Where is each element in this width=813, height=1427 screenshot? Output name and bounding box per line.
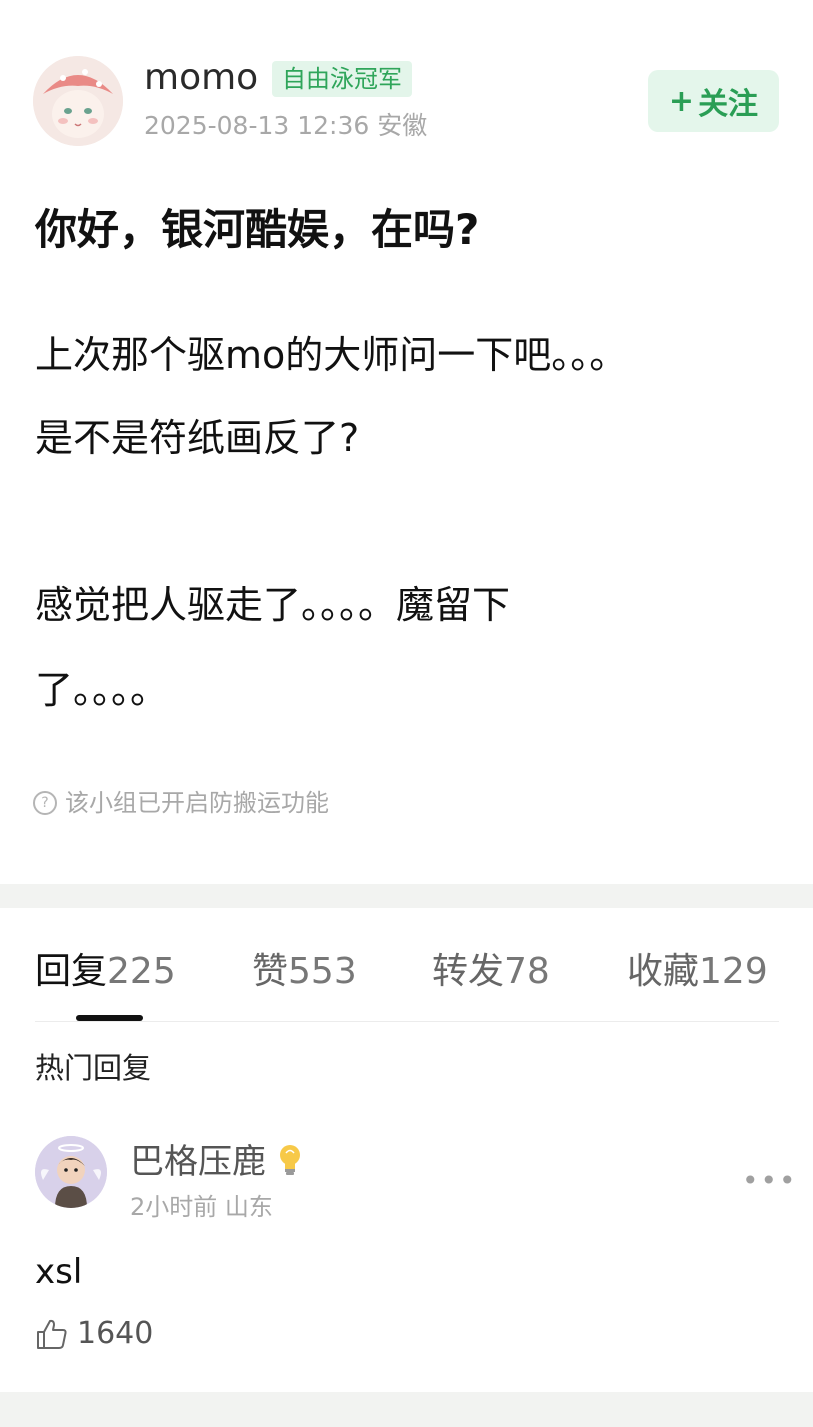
- tab-favorites[interactable]: 收藏129: [627, 950, 768, 994]
- thumbs-up-icon: [37, 1319, 67, 1349]
- plus-icon: +: [668, 83, 695, 119]
- post-body-line: 是不是符纸画反了?: [35, 416, 360, 460]
- notice-text: 该小组已开启防搬运功能: [65, 789, 329, 817]
- question-circle-icon: ?: [33, 791, 57, 815]
- anti-repost-notice: ? 该小组已开启防搬运功能: [33, 786, 329, 820]
- tab-reposts[interactable]: 转发78: [432, 950, 550, 994]
- tab-count: 553: [288, 951, 357, 992]
- tab-replies[interactable]: 回复225: [35, 950, 176, 994]
- commenter-name[interactable]: 巴格压鹿: [130, 1140, 303, 1184]
- like-count: 1640: [77, 1316, 154, 1351]
- comment-meta: 2小时前 山东: [130, 1193, 273, 1221]
- commenter-name-text: 巴格压鹿: [130, 1142, 266, 1182]
- post-body-line: 上次那个驱mo的大师问一下吧。。。: [35, 333, 628, 377]
- tab-label: 转发: [432, 951, 505, 992]
- post-title: 你好，银河酷娱，在吗?: [35, 205, 480, 254]
- comment-text: xsl: [35, 1252, 83, 1292]
- commenter-avatar[interactable]: [35, 1136, 107, 1208]
- post-body-line: 了。。。。: [35, 668, 169, 712]
- follow-button[interactable]: + 关注: [648, 70, 779, 132]
- post-body-line: 感觉把人驱走了。。。。魔留下: [35, 583, 511, 627]
- tab-label: 收藏: [627, 951, 700, 992]
- lightbulb-icon: [279, 1145, 300, 1175]
- tab-label: 回复: [35, 951, 108, 992]
- author-name[interactable]: momo: [144, 58, 258, 98]
- more-options-button[interactable]: •••: [742, 1164, 798, 1197]
- tab-count: 129: [699, 951, 768, 992]
- tab-label: 赞: [252, 951, 289, 992]
- section-divider: [0, 884, 813, 908]
- follow-label: 关注: [698, 87, 759, 122]
- tab-count: 78: [504, 951, 550, 992]
- author-badge: 自由泳冠军: [272, 61, 412, 97]
- author-avatar[interactable]: [33, 56, 123, 146]
- tabs-divider: [35, 1021, 779, 1022]
- comment-like-button[interactable]: 1640: [35, 1316, 153, 1351]
- hot-replies-heading: 热门回复: [35, 1051, 152, 1085]
- post-meta: 2025-08-13 12:36 安徽: [144, 111, 428, 140]
- tab-count: 225: [107, 951, 176, 992]
- bottom-divider: [0, 1392, 813, 1427]
- tab-likes[interactable]: 赞553: [252, 950, 357, 994]
